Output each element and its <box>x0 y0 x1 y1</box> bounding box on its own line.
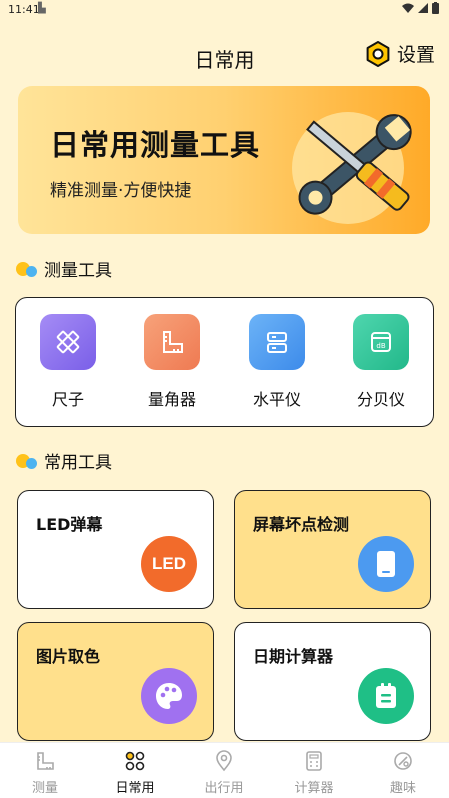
level-icon <box>249 314 305 370</box>
tool-label: 量角器 <box>147 390 196 409</box>
nav-item-travel[interactable]: 出行用 <box>184 749 264 796</box>
calculator-icon <box>274 749 354 773</box>
bottom-nav: 测量 日常用 出行用 计算器 趣味 <box>0 742 449 798</box>
tool-protractor[interactable]: 量角器 <box>132 314 212 410</box>
card-label: 日期计算器 <box>253 647 334 666</box>
sim-icon: ▙ <box>38 3 46 14</box>
grid-icon <box>95 749 175 773</box>
led-icon: LED <box>141 536 197 592</box>
settings-button[interactable]: 设置 <box>365 40 435 67</box>
banner[interactable]: 日常用测量工具 精准测量·方便快捷 <box>18 86 430 234</box>
phone-icon <box>358 536 414 592</box>
nav-item-measure[interactable]: 测量 <box>5 749 85 796</box>
protractor-icon <box>144 314 200 370</box>
card-label: 屏幕坏点检测 <box>253 515 350 534</box>
card-label: 图片取色 <box>36 647 101 666</box>
banner-subtitle: 精准测量·方便快捷 <box>50 181 192 201</box>
section-label: 常用工具 <box>44 453 112 473</box>
nav-label: 趣味 <box>389 781 416 796</box>
top-bar: 日常用 设置 <box>0 34 449 78</box>
banner-title: 日常用测量工具 <box>50 128 261 162</box>
status-bar: 11:41 ▙ <box>0 0 449 20</box>
nav-item-daily[interactable]: 日常用 <box>95 749 175 796</box>
card-led-danmaku[interactable]: LED弹幕 LED <box>17 490 214 609</box>
signal-icon <box>418 3 428 13</box>
fun-icon <box>363 749 443 773</box>
section-title-measure: 测量工具 <box>16 256 112 281</box>
nav-label: 出行用 <box>204 781 244 796</box>
tool-label: 水平仪 <box>252 390 301 409</box>
tool-label: 尺子 <box>51 390 84 409</box>
svg-text:dB: dB <box>376 342 385 350</box>
gear-icon <box>366 40 390 67</box>
status-icons <box>402 2 439 14</box>
nav-label: 测量 <box>31 781 58 796</box>
card-dead-pixel-test[interactable]: 屏幕坏点检测 <box>234 490 431 609</box>
status-time: 11:41 <box>8 3 40 16</box>
nav-label: 计算器 <box>294 781 334 796</box>
tools-illustration-icon <box>292 112 412 224</box>
tool-decibel[interactable]: dB 分贝仪 <box>341 314 421 410</box>
card-label: LED弹幕 <box>36 515 103 534</box>
palette-icon <box>141 668 197 724</box>
tool-ruler[interactable]: 尺子 <box>28 314 108 410</box>
measure-tools-card: 尺子 量角器 水平仪 dB 分贝仪 <box>15 297 434 427</box>
led-badge-text: LED <box>152 554 186 573</box>
section-dots-icon <box>16 260 38 278</box>
nav-label: 日常用 <box>115 781 155 796</box>
tool-label: 分贝仪 <box>356 390 405 409</box>
card-color-picker[interactable]: 图片取色 <box>17 622 214 741</box>
wifi-icon <box>402 3 414 13</box>
ruler-icon <box>40 314 96 370</box>
nav-item-fun[interactable]: 趣味 <box>363 749 443 796</box>
ruler-icon <box>5 749 85 773</box>
battery-icon <box>432 2 439 14</box>
section-title-common: 常用工具 <box>16 448 112 473</box>
tool-level[interactable]: 水平仪 <box>237 314 317 410</box>
nav-item-calculator[interactable]: 计算器 <box>274 749 354 796</box>
decibel-icon: dB <box>353 314 409 370</box>
location-icon <box>184 749 264 773</box>
card-date-calculator[interactable]: 日期计算器 <box>234 622 431 741</box>
settings-label: 设置 <box>396 44 435 66</box>
section-dots-icon <box>16 452 38 470</box>
section-label: 测量工具 <box>44 261 112 281</box>
calendar-icon <box>358 668 414 724</box>
